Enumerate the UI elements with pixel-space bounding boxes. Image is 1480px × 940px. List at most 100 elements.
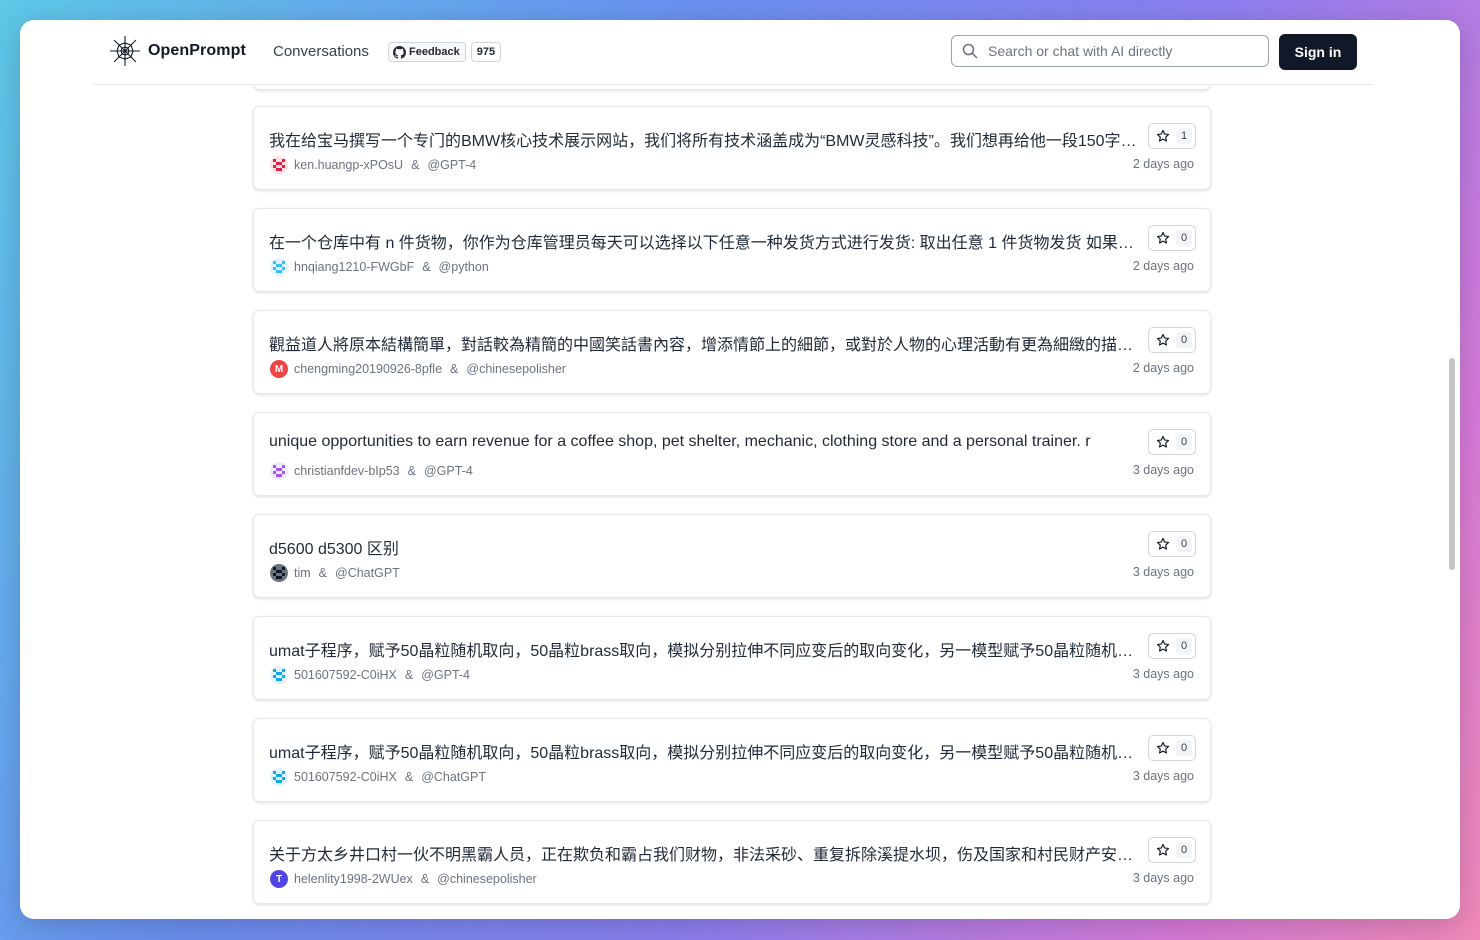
- avatar[interactable]: [270, 156, 288, 174]
- bot-handle[interactable]: @python: [439, 260, 489, 274]
- star-icon: [1156, 129, 1170, 142]
- conversation-meta: 501607592-C0iHX & @GPT-4: [270, 666, 470, 684]
- star-count: 0: [1176, 230, 1193, 246]
- author-username[interactable]: ken.huangp-xPOsU: [294, 158, 403, 172]
- conversation-meta: tim & @ChatGPT: [270, 564, 400, 582]
- conversation-meta: christianfdev-bIp53 & @GPT-4: [270, 462, 473, 480]
- author-username[interactable]: 501607592-C0iHX: [294, 770, 397, 784]
- search-icon: [962, 43, 978, 59]
- star-icon: [1156, 537, 1170, 550]
- bot-handle[interactable]: @GPT-4: [424, 464, 473, 478]
- sign-in-button[interactable]: Sign in: [1279, 34, 1357, 70]
- search-input[interactable]: [986, 42, 1260, 60]
- ampersand-separator: &: [411, 158, 420, 172]
- author-username[interactable]: helenlity1998-2WUex: [294, 872, 413, 886]
- star-icon: [1156, 741, 1170, 754]
- feedback-count[interactable]: 975: [470, 42, 502, 62]
- star-button[interactable]: 0: [1148, 633, 1196, 659]
- author-username[interactable]: 501607592-C0iHX: [294, 668, 397, 682]
- star-icon: [1156, 435, 1170, 448]
- author-username[interactable]: chengming20190926-8pfle: [294, 362, 442, 376]
- bot-handle[interactable]: @chinesepolisher: [437, 872, 537, 886]
- ampersand-separator: &: [318, 566, 328, 580]
- search-box[interactable]: [951, 35, 1269, 67]
- brand-logo[interactable]: OpenPrompt: [108, 34, 246, 68]
- identicon-icon: [273, 465, 285, 477]
- conversation-card[interactable]: 在一个仓库中有 n 件货物，你作为仓库管理员每天可以选择以下任意一种发货方式进行…: [253, 208, 1211, 292]
- timestamp: 3 days ago: [1132, 769, 1194, 783]
- conversation-card[interactable]: unique opportunities to earn revenue for…: [253, 412, 1211, 496]
- avatar[interactable]: [270, 564, 288, 582]
- feedback-widget: Feedback 975: [388, 42, 502, 62]
- feedback-label: Feedback: [409, 46, 460, 58]
- star-button[interactable]: 0: [1148, 225, 1196, 251]
- star-count: 0: [1176, 332, 1193, 348]
- author-username[interactable]: tim: [294, 566, 311, 580]
- star-button[interactable]: 0: [1148, 429, 1196, 455]
- avatar[interactable]: [270, 666, 288, 684]
- bot-handle[interactable]: @chinesepolisher: [466, 362, 566, 376]
- spider-web-logo-icon: [110, 36, 140, 66]
- bot-handle[interactable]: @ChatGPT: [335, 566, 400, 580]
- feedback-button[interactable]: Feedback: [388, 42, 466, 62]
- star-count: 1: [1176, 128, 1193, 144]
- bot-handle[interactable]: @ChatGPT: [421, 770, 486, 784]
- bot-handle[interactable]: @GPT-4: [421, 668, 470, 682]
- brand-name: OpenPrompt: [148, 42, 246, 59]
- star-count: 0: [1176, 536, 1193, 552]
- star-count: 0: [1176, 434, 1193, 450]
- star-count: 0: [1176, 638, 1193, 654]
- identicon-icon: [273, 159, 285, 171]
- conversation-title[interactable]: 觀益道人將原本結構簡單，對話較為精簡的中國笑話書內容，增添情節上的細節，或對於人…: [269, 331, 1141, 355]
- avatar[interactable]: T: [270, 870, 288, 888]
- star-button[interactable]: 1: [1148, 123, 1196, 149]
- timestamp: 2 days ago: [1132, 361, 1194, 375]
- scrollbar-thumb[interactable]: [1449, 358, 1455, 570]
- avatar[interactable]: [270, 462, 288, 480]
- ampersand-separator: &: [404, 770, 414, 784]
- identicon-icon: [273, 771, 285, 783]
- conversation-meta: hnqiang1210-FWGbF & @python: [270, 258, 489, 276]
- conversation-meta: T helenlity1998-2WUex & @chinesepolisher: [270, 870, 537, 888]
- conversation-title[interactable]: unique opportunities to earn revenue for…: [269, 433, 1141, 451]
- timestamp: 3 days ago: [1132, 667, 1194, 681]
- conversation-meta: ken.huangp-xPOsU & @GPT-4: [270, 156, 476, 174]
- ampersand-separator: &: [450, 362, 459, 376]
- ampersand-separator: &: [420, 872, 430, 886]
- conversation-title[interactable]: umat子程序，赋予50晶粒随机取向，50晶粒brass取向，模拟分别拉伸不同应…: [269, 739, 1141, 763]
- top-nav: OpenPrompt Conversations Feedback 975 Si…: [20, 20, 1460, 85]
- identicon-icon: [273, 261, 285, 273]
- timestamp: 2 days ago: [1132, 157, 1194, 171]
- conversation-title[interactable]: d5600 d5300 区别: [269, 535, 1141, 559]
- conversation-card[interactable]: 关于方太乡井口村一伙不明黑霸人员，正在欺负和霸占我们财物，非法采砂、重复拆除溪提…: [253, 820, 1211, 904]
- github-icon: [393, 45, 406, 59]
- star-button[interactable]: 0: [1148, 837, 1196, 863]
- conversation-card[interactable]: umat子程序，赋予50晶粒随机取向，50晶粒brass取向，模拟分别拉伸不同应…: [253, 718, 1211, 802]
- identicon-icon: [273, 669, 285, 681]
- ampersand-separator: &: [407, 464, 416, 478]
- avatar[interactable]: [270, 768, 288, 786]
- conversation-card[interactable]: 觀益道人將原本結構簡單，對話較為精簡的中國笑話書內容，增添情節上的細節，或對於人…: [253, 310, 1211, 394]
- star-icon: [1156, 843, 1170, 856]
- conversation-card[interactable]: 我在给宝马撰写一个专门的BMW核心技术展示网站，我们将所有技术涵盖成为“BMW灵…: [253, 106, 1211, 190]
- header-divider: [93, 84, 1373, 85]
- conversation-title[interactable]: umat子程序，赋予50晶粒随机取向，50晶粒brass取向，模拟分别拉伸不同应…: [269, 637, 1141, 661]
- avatar[interactable]: M: [270, 360, 288, 378]
- author-username[interactable]: hnqiang1210-FWGbF: [294, 260, 414, 274]
- conversation-card[interactable]: d5600 d5300 区别 0 tim & @ChatGPT 3 days a…: [253, 514, 1211, 598]
- star-button[interactable]: 0: [1148, 531, 1196, 557]
- conversation-title[interactable]: 关于方太乡井口村一伙不明黑霸人员，正在欺负和霸占我们财物，非法采砂、重复拆除溪提…: [269, 841, 1141, 865]
- identicon-icon: [273, 567, 285, 579]
- nav-conversations-link[interactable]: Conversations: [273, 43, 369, 60]
- bot-handle[interactable]: @GPT-4: [427, 158, 476, 172]
- star-count: 0: [1176, 740, 1193, 756]
- star-count: 0: [1176, 842, 1193, 858]
- star-button[interactable]: 0: [1148, 327, 1196, 353]
- avatar[interactable]: [270, 258, 288, 276]
- author-username[interactable]: christianfdev-bIp53: [294, 464, 400, 478]
- conversation-title[interactable]: 我在给宝马撰写一个专门的BMW核心技术展示网站，我们将所有技术涵盖成为“BMW灵…: [269, 127, 1141, 151]
- conversation-card[interactable]: umat子程序，赋予50晶粒随机取向，50晶粒brass取向，模拟分别拉伸不同应…: [253, 616, 1211, 700]
- conversation-title[interactable]: 在一个仓库中有 n 件货物，你作为仓库管理员每天可以选择以下任意一种发货方式进行…: [269, 229, 1141, 253]
- timestamp: 3 days ago: [1132, 463, 1194, 477]
- star-button[interactable]: 0: [1148, 735, 1196, 761]
